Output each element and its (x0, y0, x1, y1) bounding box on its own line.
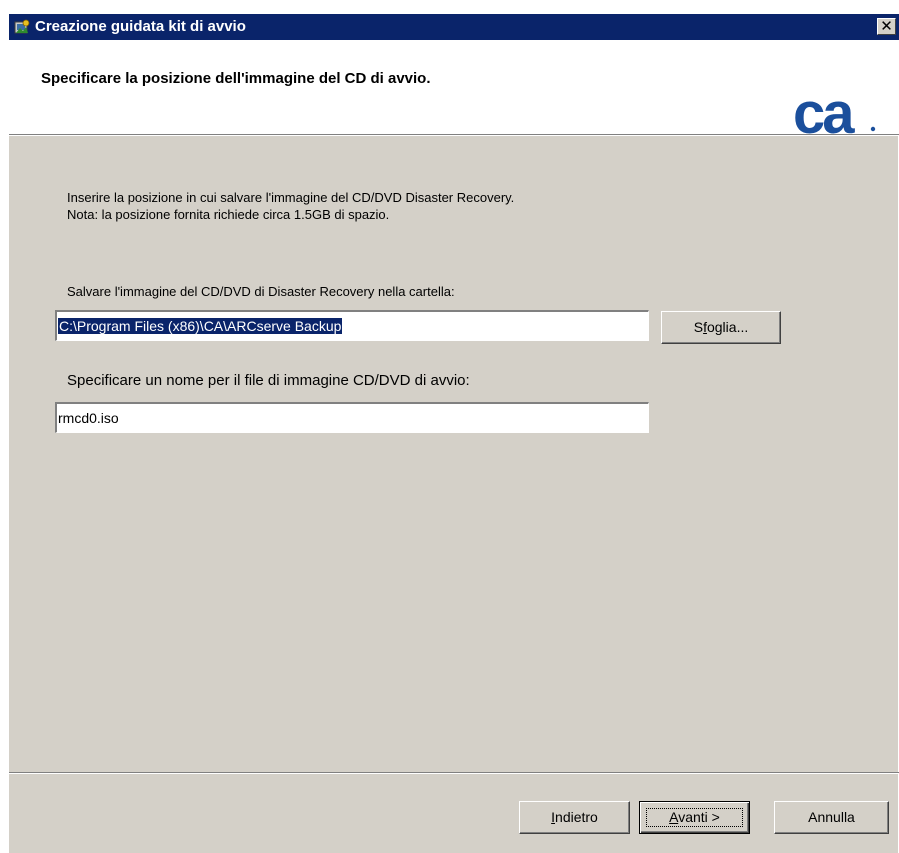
cancel-label: Annulla (808, 809, 855, 825)
window-title: Creazione guidata kit di avvio (35, 18, 246, 35)
folder-path-input[interactable]: C:\Program Files (x86)\CA\ARCserve Backu… (55, 310, 649, 341)
close-icon: ✕ (880, 17, 893, 35)
filename-value: rmcd0.iso (58, 410, 119, 426)
intro-line-1: Inserire la posizione in cui salvare l'i… (67, 190, 515, 205)
footer-divider (9, 772, 899, 774)
folder-path-value: C:\Program Files (x86)\CA\ARCserve Backu… (58, 318, 343, 334)
intro-line-2: Nota: la posizione fornita richiede circ… (67, 207, 390, 222)
browse-button[interactable]: Sfoglia... (661, 311, 781, 344)
next-button[interactable]: Avanti > (639, 801, 750, 834)
wizard-content: Inserire la posizione in cui salvare l'i… (9, 136, 899, 772)
browse-label-rest: oglia... (706, 319, 749, 335)
wizard-app-icon (14, 19, 30, 34)
close-button[interactable]: ✕ (877, 18, 896, 35)
filename-input[interactable]: rmcd0.iso (55, 402, 649, 433)
wizard-window: Creazione guidata kit di avvio ✕ Specifi… (8, 14, 899, 853)
wizard-header: Specificare la posizione dell'immagine d… (9, 40, 899, 145)
browse-label-prefix: S (693, 319, 704, 335)
title-bar[interactable]: Creazione guidata kit di avvio ✕ (9, 14, 899, 40)
filename-label: Specificare un nome per il file di immag… (67, 372, 470, 389)
page-title: Specificare la posizione dell'immagine d… (41, 70, 431, 87)
back-button[interactable]: Indietro (519, 801, 630, 834)
folder-label: Salvare l'immagine del CD/DVD di Disaste… (67, 284, 455, 299)
back-label-rest: ndietro (555, 809, 598, 825)
focus-indicator (646, 808, 743, 827)
cancel-button[interactable]: Annulla (774, 801, 889, 834)
